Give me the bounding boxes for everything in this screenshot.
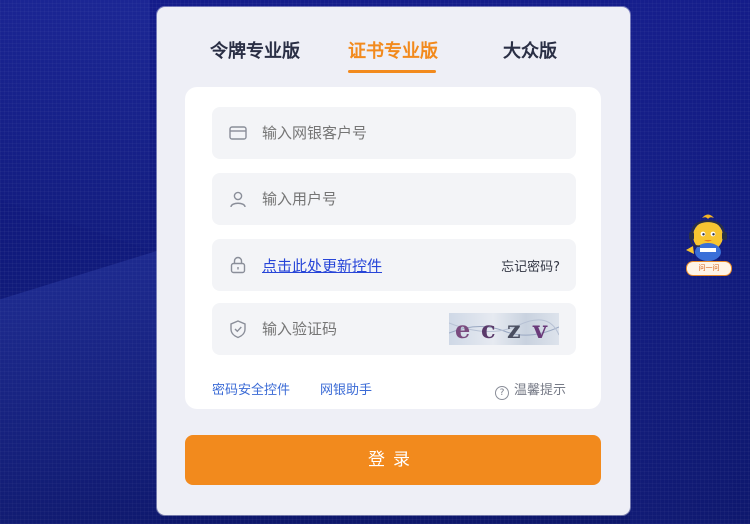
tips-label: 温馨提示 [514,383,567,398]
login-tabs: 令牌专业版 证书专业版 大众版 [157,7,630,85]
tab-token-pro[interactable]: 令牌专业版 [210,37,300,62]
login-button[interactable]: 登录 [185,435,601,485]
captcha-input[interactable] [262,319,462,339]
bank-assistant-link[interactable]: 网银助手 [320,379,372,398]
card-icon [228,123,248,143]
user-number-input[interactable] [262,189,462,209]
login-panel: 令牌专业版 证书专业版 大众版 输入网银客户号 输入用户号 点击此处更新控件 忘… [157,7,630,515]
captcha-char: v [533,315,547,344]
active-tab-indicator [348,70,436,73]
lock-icon [228,255,248,275]
tab-public[interactable]: 大众版 [503,37,557,62]
captcha-image[interactable]: e c z v [449,313,559,345]
tab-certificate-pro[interactable]: 证书专业版 [348,37,438,62]
shield-icon [228,319,248,339]
customer-number-input[interactable] [262,123,462,143]
mascot-label: 问一问 [686,261,732,276]
question-icon: ? [495,386,509,400]
captcha-char: c [481,315,496,344]
assistant-mascot[interactable]: 问一问 [680,212,736,278]
customer-number-field[interactable] [212,107,576,159]
login-form: 点击此处更新控件 忘记密码? e c z v [185,87,601,409]
user-number-field[interactable] [212,173,576,225]
captcha-field[interactable]: e c z v [212,303,576,355]
update-control-link[interactable]: 点击此处更新控件 [262,255,382,276]
tips-link[interactable]: ? 温馨提示 [495,379,566,400]
forgot-password-link[interactable]: 忘记密码? [501,256,560,275]
user-icon [228,189,248,209]
password-control-link[interactable]: 密码安全控件 [212,379,290,398]
password-field: 点击此处更新控件 忘记密码? [212,239,576,291]
captcha-char: z [507,315,521,344]
mascot-icon [686,214,727,261]
captcha-char: e [455,315,471,344]
